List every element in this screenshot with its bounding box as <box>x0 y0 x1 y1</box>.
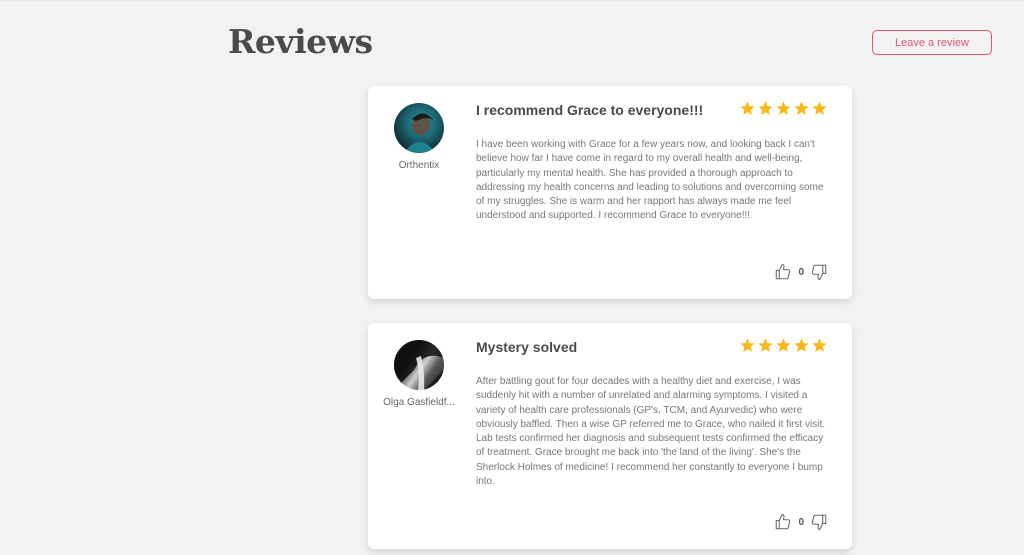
thumbs-down-icon[interactable] <box>810 263 828 281</box>
review-author: Orthentix <box>398 160 440 171</box>
star-icon <box>776 338 791 352</box>
star-rating <box>739 100 828 117</box>
leave-review-button[interactable]: Leave a review <box>872 30 992 55</box>
star-icon <box>794 338 809 352</box>
star-rating <box>739 337 828 354</box>
review-card: Orthentix I recommend Grace to everyone!… <box>368 86 852 299</box>
star-icon <box>812 101 827 115</box>
review-body: After battling gout for four decades wit… <box>476 376 826 488</box>
review-card: Olga Gasfieldf... Mystery solved After b… <box>368 323 852 549</box>
review-author: Olga Gasfieldf... <box>383 397 455 408</box>
star-icon <box>776 101 791 115</box>
review-title: Mystery solved <box>476 339 578 355</box>
avatar <box>394 340 444 390</box>
star-icon <box>740 101 755 115</box>
page-title: Reviews <box>228 22 373 61</box>
review-title: I recommend Grace to everyone!!! <box>476 102 704 118</box>
vote-controls: 0 <box>774 513 828 531</box>
like-count: 0 <box>798 266 804 278</box>
vote-controls: 0 <box>774 263 828 281</box>
thumbs-up-icon[interactable] <box>774 513 792 531</box>
review-body: I have been working with Grace for a few… <box>476 139 824 222</box>
star-icon <box>758 338 773 352</box>
star-icon <box>794 101 809 115</box>
avatar <box>394 103 444 153</box>
star-icon <box>740 338 755 352</box>
thumbs-down-icon[interactable] <box>810 513 828 531</box>
like-count: 0 <box>798 516 804 528</box>
top-divider <box>0 0 1024 2</box>
thumbs-up-icon[interactable] <box>774 263 792 281</box>
star-icon <box>758 101 773 115</box>
star-icon <box>812 338 827 352</box>
